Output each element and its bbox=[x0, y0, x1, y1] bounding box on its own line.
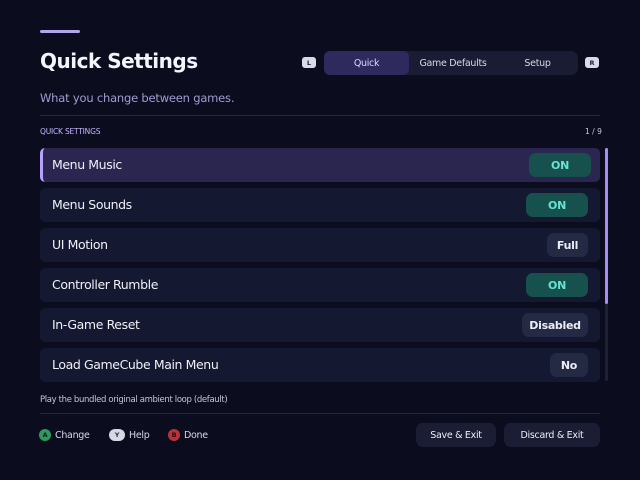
r-shoulder-button-icon[interactable]: R bbox=[585, 57, 599, 68]
setting-toggle[interactable]: ON bbox=[526, 193, 588, 217]
setting-label: Controller Rumble bbox=[52, 277, 158, 292]
setting-value[interactable]: Full bbox=[547, 233, 588, 257]
setting-row-menu-music[interactable]: Menu Music ON bbox=[40, 148, 600, 182]
hint-label: Help bbox=[129, 429, 150, 441]
tab-game-defaults[interactable]: Game Defaults bbox=[409, 51, 497, 75]
hint-done: B Done bbox=[168, 429, 208, 441]
a-button-icon: A bbox=[39, 429, 51, 441]
tab-bar: Quick Game Defaults Setup bbox=[324, 51, 578, 75]
discard-and-exit-button[interactable]: Discard & Exit bbox=[504, 423, 600, 447]
quick-settings-screen: Quick Settings What you change between g… bbox=[0, 0, 640, 480]
b-button-icon: B bbox=[168, 429, 180, 441]
hint-help: Y Help bbox=[109, 429, 150, 441]
l-shoulder-button-icon[interactable]: L bbox=[302, 57, 316, 68]
setting-help-text: Play the bundled original ambient loop (… bbox=[40, 395, 228, 405]
setting-row-in-game-reset[interactable]: In-Game Reset Disabled bbox=[40, 308, 600, 342]
title-accent-bar bbox=[40, 30, 80, 33]
save-and-exit-button[interactable]: Save & Exit bbox=[416, 423, 496, 447]
scrollbar-thumb[interactable] bbox=[605, 148, 608, 304]
footer-divider bbox=[40, 413, 600, 414]
setting-label: In-Game Reset bbox=[52, 317, 140, 332]
setting-toggle[interactable]: ON bbox=[526, 273, 588, 297]
setting-toggle[interactable]: ON bbox=[529, 153, 591, 177]
y-button-icon: Y bbox=[109, 429, 125, 441]
section-label: QUICK SETTINGS bbox=[40, 127, 101, 136]
setting-row-load-gamecube-main-menu[interactable]: Load GameCube Main Menu No bbox=[40, 348, 600, 382]
setting-label: Menu Sounds bbox=[52, 197, 132, 212]
setting-row-controller-rumble[interactable]: Controller Rumble ON bbox=[40, 268, 600, 302]
setting-row-menu-sounds[interactable]: Menu Sounds ON bbox=[40, 188, 600, 222]
hint-label: Done bbox=[184, 429, 208, 441]
setting-value[interactable]: Disabled bbox=[522, 313, 588, 337]
header-divider bbox=[40, 115, 600, 116]
setting-label: Load GameCube Main Menu bbox=[52, 357, 219, 372]
setting-label: Menu Music bbox=[52, 157, 122, 172]
setting-value[interactable]: No bbox=[550, 353, 588, 377]
setting-label: UI Motion bbox=[52, 237, 108, 252]
hint-label: Change bbox=[55, 429, 90, 441]
scrollbar-track[interactable] bbox=[605, 148, 608, 381]
page-title: Quick Settings bbox=[40, 49, 198, 73]
section-count: 1 / 9 bbox=[585, 127, 602, 136]
setting-row-ui-motion[interactable]: UI Motion Full bbox=[40, 228, 600, 262]
tab-quick[interactable]: Quick bbox=[324, 51, 409, 75]
hint-change: A Change bbox=[39, 429, 90, 441]
tab-setup[interactable]: Setup bbox=[497, 51, 578, 75]
page-subtitle: What you change between games. bbox=[40, 91, 235, 105]
